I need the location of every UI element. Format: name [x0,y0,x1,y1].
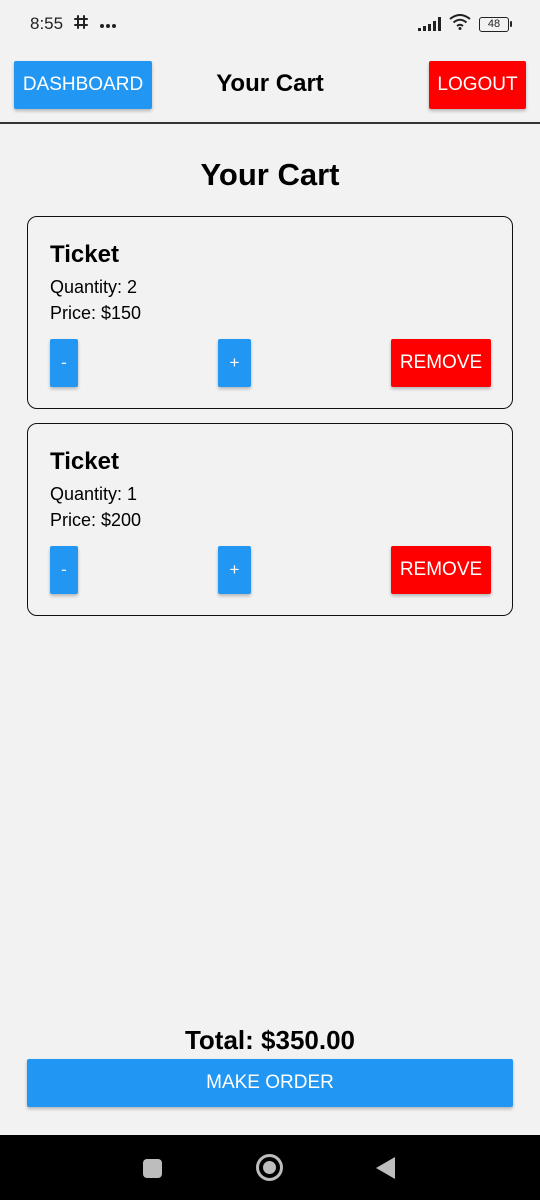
wifi-icon [449,13,471,35]
signal-icon [418,17,441,31]
battery-level: 48 [479,16,509,32]
decrease-quantity-button[interactable]: - [50,546,78,594]
system-nav-bar [0,1135,540,1200]
cart-item-price: Price: $200 [50,510,142,530]
battery-icon: 48 [479,16,512,32]
cart-item-name: Ticket [50,448,119,475]
home-icon[interactable] [256,1154,283,1181]
cart-item-name: Ticket [50,241,119,268]
recents-icon[interactable] [143,1159,162,1178]
dashboard-button[interactable]: DASHBOARD [14,61,152,109]
cart-item-price: Price: $150 [50,303,142,323]
cart-item-quantity: Quantity: 1 [50,484,138,504]
make-order-button[interactable]: MAKE ORDER [27,1059,513,1107]
status-bar: 8:55 48 [0,0,540,48]
more-icon [99,14,117,34]
decrease-quantity-button[interactable]: - [50,339,78,387]
remove-item-button[interactable]: REMOVE [391,339,491,387]
logout-button[interactable]: LOGOUT [429,61,526,109]
status-right: 48 [418,13,512,35]
status-left: 8:55 [30,14,117,35]
back-icon[interactable] [376,1157,395,1179]
page-title: Your Cart [200,157,340,192]
status-time: 8:55 [30,14,64,33]
increase-quantity-button[interactable]: + [218,339,251,387]
cart-item-quantity: Quantity: 2 [50,277,138,297]
app-header: DASHBOARD Your Cart LOGOUT [0,48,540,124]
cart-item-card: Ticket Quantity: 1 Price: $200 - + REMOV… [27,423,513,616]
cart-item-card: Ticket Quantity: 2 Price: $150 - + REMOV… [27,216,513,409]
remove-item-button[interactable]: REMOVE [391,546,491,594]
slack-icon [73,14,89,35]
increase-quantity-button[interactable]: + [218,546,251,594]
cart-total: Total: $350.00 [184,1025,356,1055]
